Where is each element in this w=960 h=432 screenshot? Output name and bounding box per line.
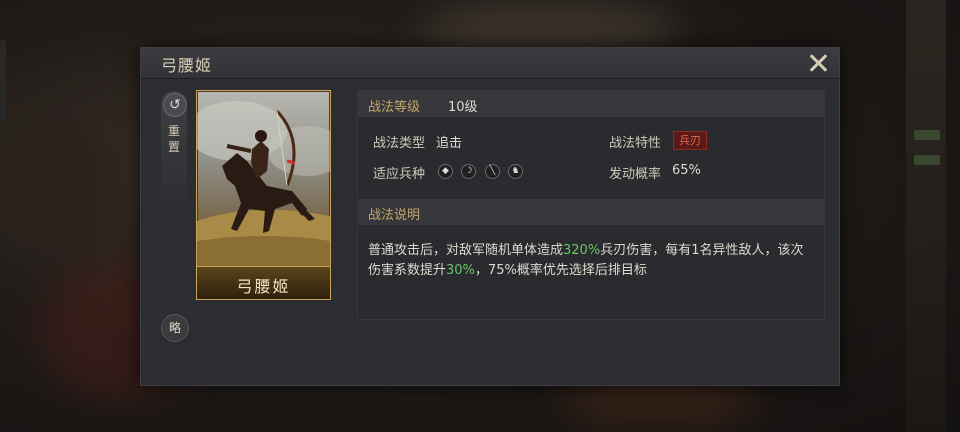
skill-type-label: 战法类型 xyxy=(373,136,426,151)
trigger-chance-label: 发动概率 xyxy=(609,167,662,182)
spear-icon: ╲ xyxy=(485,164,500,179)
reset-button[interactable]: ↺ 重置 xyxy=(161,91,187,201)
desc-text-part: 普通攻击后，对敌军随机单体造成 xyxy=(368,243,564,258)
skill-desc-header: 战法说明 xyxy=(358,199,824,225)
reset-label: 重置 xyxy=(167,124,180,154)
skill-detail-dialog: 弓腰姬 ↺ 重置 略 弓腰姬 战法等级 10级 战法类型 追击 战法特性 兵刃 … xyxy=(140,47,840,386)
skill-level-row: 战法等级 10级 xyxy=(358,91,824,117)
skill-desc-label: 战法说明 xyxy=(368,208,421,223)
desc-text-part: ，75%概率优先选择后排目标 xyxy=(474,263,647,278)
horse-icon: ♞ xyxy=(508,164,523,179)
trigger-chance-value: 65% xyxy=(672,163,701,178)
skill-info-panel: 战法等级 10级 战法类型 追击 战法特性 兵刃 适应兵种 ◆ ☽ ╲ ♞ 发动… xyxy=(357,90,825,320)
troop-types-label: 适应兵种 xyxy=(373,167,426,182)
shield-icon: ◆ xyxy=(438,164,453,179)
desc-highlight: 320% xyxy=(563,243,601,258)
dialog-title: 弓腰姬 xyxy=(161,56,213,75)
desc-highlight: 30% xyxy=(446,263,475,278)
portrait-name: 弓腰姬 xyxy=(236,277,291,296)
skill-portrait-card: 弓腰姬 xyxy=(196,90,331,300)
portrait-name-bar: 弓腰姬 xyxy=(197,266,330,299)
skill-level-label: 战法等级 xyxy=(368,100,421,115)
dialog-header: 弓腰姬 xyxy=(141,48,839,79)
close-icon[interactable] xyxy=(807,52,829,74)
reset-icon: ↺ xyxy=(163,93,187,117)
bow-icon: ☽ xyxy=(461,164,476,179)
brief-button[interactable]: 略 xyxy=(161,314,189,342)
skill-type-value: 追击 xyxy=(436,136,463,151)
skill-trait-badge: 兵刃 xyxy=(673,131,707,150)
skill-level-value: 10级 xyxy=(448,100,478,115)
skill-description: 普通攻击后，对敌军随机单体造成320%兵刃伤害，每有1名异性敌人，该次伤害系数提… xyxy=(368,241,808,281)
skill-trait-label: 战法特性 xyxy=(609,136,662,151)
